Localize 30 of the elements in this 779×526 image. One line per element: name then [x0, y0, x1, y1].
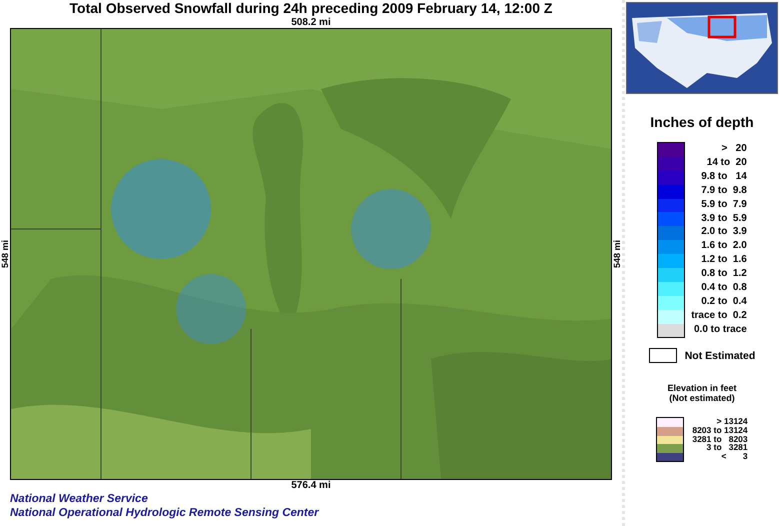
legend-label: 7.9 to 9.8: [701, 184, 747, 198]
legend-label: 0.0 to trace: [694, 322, 747, 337]
scale-label: 508.2 mi: [291, 17, 331, 28]
agency-link[interactable]: National Weather Service: [10, 492, 319, 506]
scale-label: 576.4 mi: [291, 480, 331, 491]
legend-label: 3.9 to 5.9: [701, 212, 747, 226]
scale-label: 548 mi: [0, 240, 10, 268]
map-title: Total Observed Snowfall during 24h preceding 2009 February 14, 12:00 Z: [70, 0, 552, 17]
legend-label: 1.6 to 2.0: [701, 239, 747, 254]
legend-label: 5.9 to 7.9: [701, 198, 747, 212]
legend-label: < 3: [721, 452, 748, 460]
legend-label: 8203 to 13124: [692, 426, 748, 435]
legend-label: 0.4 to 0.8: [701, 281, 747, 295]
legend-label: Not Estimated: [684, 350, 756, 362]
legend-title: Inches of depth: [650, 114, 754, 130]
legend-label: 0.2 to 0.4: [701, 294, 747, 309]
legend-label: 2.0 to 3.9: [701, 225, 747, 240]
legend-label: 3281 to 8203: [692, 434, 748, 444]
legend-title: Elevation in feet: [667, 383, 737, 394]
legend-label: trace to 0.2: [691, 308, 747, 323]
legend-label: 1.2 to 1.6: [701, 253, 747, 268]
legend-label: > 20: [721, 142, 747, 156]
legend-label: 14 to 20: [706, 156, 747, 170]
legend-label: 3 to 3281: [706, 443, 748, 452]
legend-subtitle: (Not estimated): [669, 393, 735, 404]
agency-link[interactable]: National Operational Hydrologic Remote Sensing Center: [10, 506, 319, 520]
legend-label: > 13124: [716, 417, 748, 426]
legend-label: 9.8 to 14: [701, 170, 747, 184]
legend-label: 0.8 to 1.2: [701, 267, 747, 282]
scale-label: 548 mi: [612, 240, 622, 268]
